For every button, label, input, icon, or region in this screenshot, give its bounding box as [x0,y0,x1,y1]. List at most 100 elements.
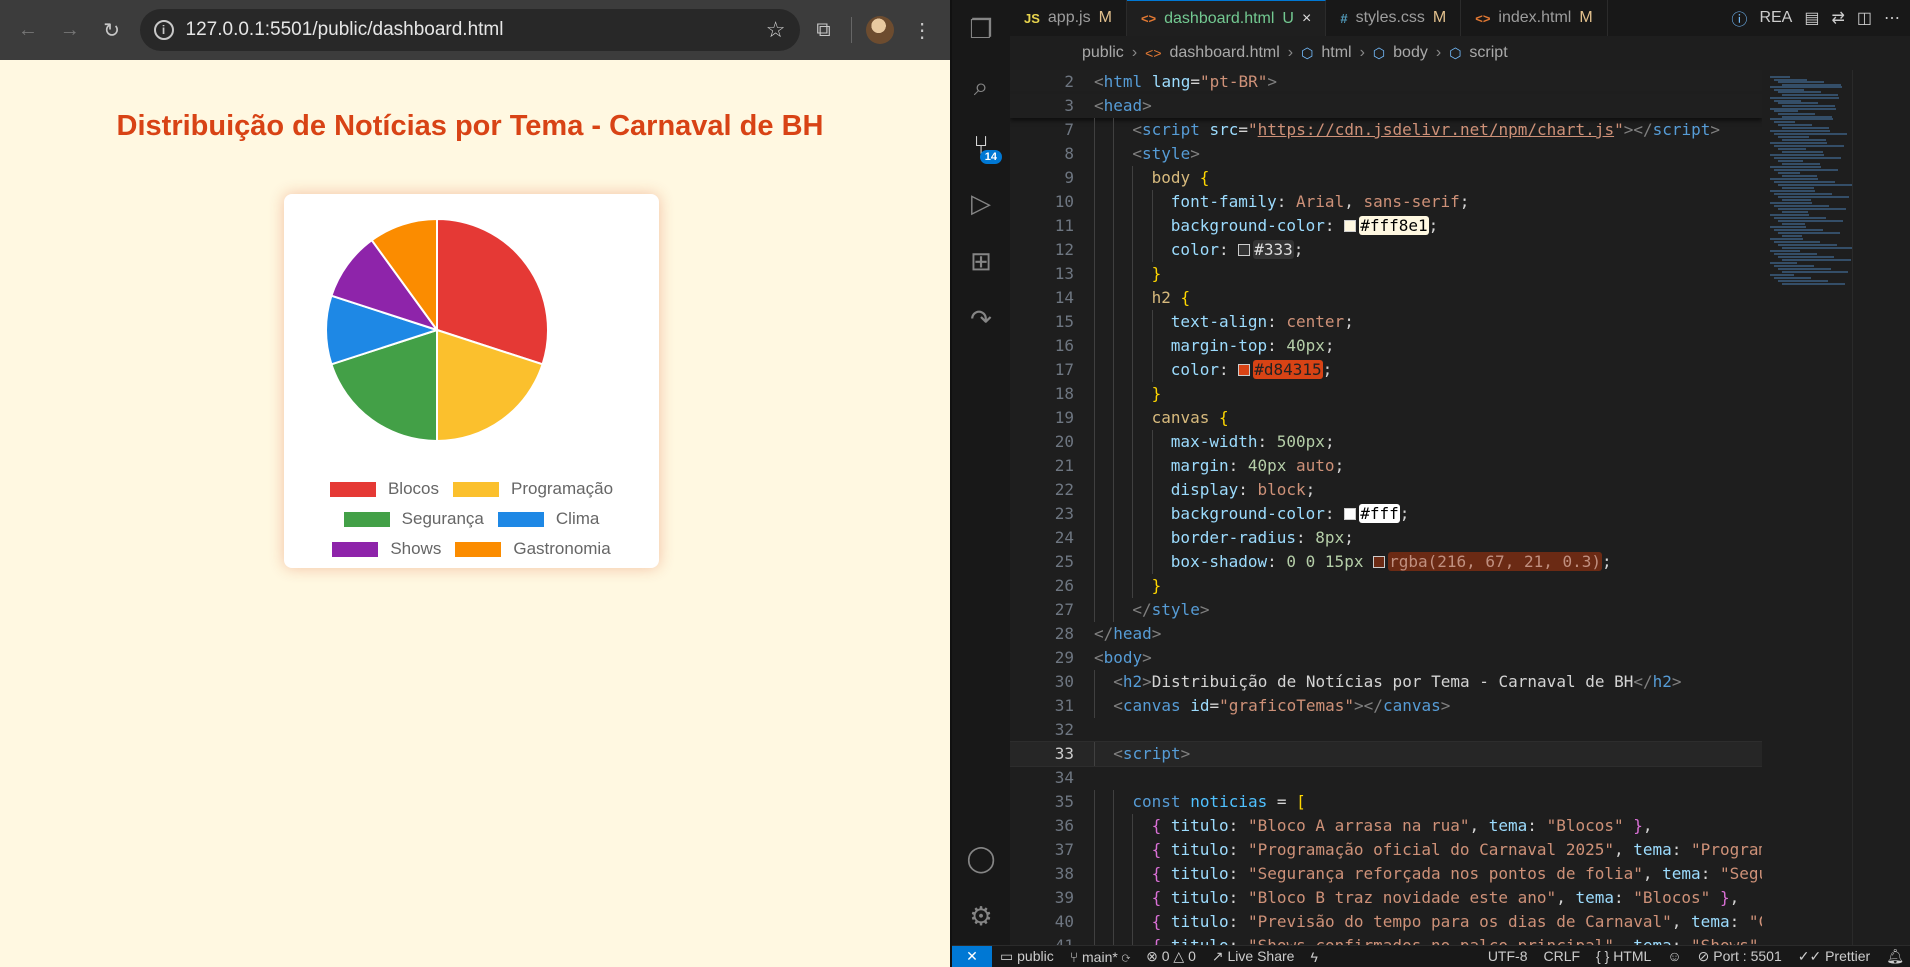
split-editor-icon[interactable]: ◫ [1857,8,1872,28]
code-line[interactable]: 32 [1010,718,1762,742]
bookmark-star-icon[interactable]: ☆ [766,17,786,43]
code-line[interactable]: 34 [1010,766,1762,790]
code-line[interactable]: 22 display: block; [1010,478,1762,502]
tab-index-html[interactable]: <> index.html M [1461,0,1608,36]
status-lightning-icon[interactable]: ϟ [1302,949,1325,965]
code-line[interactable]: 21 margin: 40px auto; [1010,454,1762,478]
code-line[interactable]: 38 { titulo: "Segurança reforçada nos pon… [1010,862,1762,886]
status-language[interactable]: { } HTML [1588,948,1659,965]
code-line[interactable]: 35 const noticias = [ [1010,790,1762,814]
code-editor[interactable]: 2 <html lang="pt-BR"> 3 <head> 7 <script src=… [1010,70,1762,945]
notifications-bell-icon[interactable]: 🔔︎ [1878,948,1910,965]
code-line[interactable]: 23 background-color: #fff; [1010,502,1762,526]
legend-item-programação[interactable]: Programação [452,479,613,499]
minimap[interactable] [1762,70,1854,945]
status-prettier[interactable]: ✓✓ Prettier [1790,948,1878,965]
readme-tab-label[interactable]: REA [1759,9,1792,27]
code-line[interactable]: 3 <head> [1010,94,1762,118]
breadcrumb-body[interactable]: body [1393,44,1428,62]
code-line[interactable]: 40 { titulo: "Previsão do tempo para os d… [1010,910,1762,934]
remote-indicator-icon[interactable]: ✕ [952,945,992,967]
readme-info-icon[interactable]: ⓘ [1731,6,1747,30]
search-icon[interactable]: ⌕ [952,58,1010,116]
code-line[interactable]: 16 margin-top: 40px; [1010,334,1762,358]
tab-close-icon[interactable]: × [1302,10,1311,28]
code-line[interactable]: 39 { titulo: "Bloco B traz novidade este … [1010,886,1762,910]
settings-gear-icon[interactable]: ⚙ [952,887,1010,945]
back-button[interactable]: ← [10,11,46,49]
code-line[interactable]: 36 { titulo: "Bloco A arrasa na rua", tem… [1010,814,1762,838]
indent-guide [1151,526,1153,550]
open-preview-icon[interactable]: ▤ [1804,8,1819,28]
extensions-view-icon[interactable]: ⊞ [952,232,1010,290]
source-control-icon[interactable]: ⑂ 14 [952,116,1010,174]
status-eol[interactable]: CRLF [1535,948,1588,965]
line-number: 25 [1054,552,1074,571]
tab-styles-css[interactable]: # styles.css M [1326,0,1462,36]
code-line[interactable]: 29 <body> [1010,646,1762,670]
breadcrumb-html[interactable]: html [1321,44,1351,62]
breadcrumb-folder[interactable]: public [1082,44,1124,62]
code-line[interactable]: 12 color: #333; [1010,238,1762,262]
code-line[interactable]: 13} [1010,262,1762,286]
address-bar[interactable]: i 127.0.0.1:5501/public/dashboard.html ☆ [139,9,800,51]
indent-guide [1094,166,1095,190]
code-line[interactable]: 9 body { [1010,166,1762,190]
code-line[interactable]: 7 <script src="https://cdn.jsdelivr.net/n… [1010,118,1762,142]
status-live-share[interactable]: ↗ Live Share [1204,948,1303,965]
code-line[interactable]: 8 <style> [1010,142,1762,166]
code-line[interactable]: 28 </head> [1010,622,1762,646]
code-line[interactable]: 27 </style> [1010,598,1762,622]
code-line[interactable]: 11 background-color: #fff8e1; [1010,214,1762,238]
code-line[interactable]: 19 canvas { [1010,406,1762,430]
code-line[interactable]: 10 font-family: Arial, sans-serif; [1010,190,1762,214]
explorer-icon[interactable]: ❐ [952,0,1010,58]
status-encoding[interactable]: UTF-8 [1480,948,1536,965]
run-debug-icon[interactable]: ▷ [952,174,1010,232]
profile-avatar[interactable] [862,11,898,49]
legend-item-shows[interactable]: Shows [332,539,441,559]
tab-app-js[interactable]: JS app.js M [1010,0,1127,36]
code-line[interactable]: 33 <script> [1010,741,1762,767]
code-line[interactable]: 15 text-align: center; [1010,310,1762,334]
line-number: 14 [1054,288,1074,307]
legend-item-segurança[interactable]: Segurança [343,509,484,529]
code-line[interactable]: 2 <html lang="pt-BR"> [1010,70,1762,94]
site-info-icon[interactable]: i [153,20,174,40]
editor-scrollbar[interactable] [1852,70,1866,945]
status-folder[interactable]: ▭ public [992,948,1062,965]
code-line[interactable]: 17 color: #d84315; [1010,358,1762,382]
breadcrumb-file[interactable]: dashboard.html [1170,44,1280,62]
code-line[interactable]: 20 max-width: 500px; [1010,430,1762,454]
code-line[interactable]: 14 h2 { [1010,286,1762,310]
extensions-icon[interactable]: ⧉ [806,11,842,49]
code-line[interactable]: 31 <canvas id="graficoTemas"></canvas> [1010,694,1762,718]
account-icon[interactable]: ◯ [952,829,1010,887]
code-line[interactable]: 25 box-shadow: 0 0 15px rgba(216, 67, 21,… [1010,550,1762,574]
status-port[interactable]: ⊘ Port : 5501 [1690,948,1790,965]
editor-tabs: JS app.js M <> dashboard.html U × # styl… [1010,0,1910,36]
status-problems[interactable]: ⊗ 0 △ 0 [1138,948,1204,965]
tab-dashboard-html[interactable]: <> dashboard.html U × [1126,0,1327,36]
code-line[interactable]: 37 { titulo: "Programação oficial do Carn… [1010,838,1762,862]
code-line[interactable]: 24 border-radius: 8px; [1010,526,1762,550]
legend-item-blocos[interactable]: Blocos [329,479,439,499]
remote-explorer-icon[interactable]: ↷ [952,290,1010,348]
browser-menu-icon[interactable]: ⋮ [904,11,940,49]
legend-label: Gastronomia [513,539,611,558]
code-line[interactable]: 41 { titulo: "Shows confirmados no palco … [1010,934,1762,945]
compare-changes-icon[interactable]: ⇄ [1831,8,1844,28]
code-line[interactable]: 30 <h2>Distribuição de Notícias por Tema … [1010,670,1762,694]
code-line[interactable]: 26} [1010,574,1762,598]
more-actions-icon[interactable]: ⋯ [1884,8,1900,28]
line-number: 12 [1054,240,1074,259]
reload-button[interactable]: ↻ [94,11,130,49]
legend-item-clima[interactable]: Clima [497,509,599,529]
breadcrumb-script[interactable]: script [1469,44,1507,62]
code-line[interactable]: 18} [1010,382,1762,406]
status-branch[interactable]: ⑂ main* ⟳ [1062,949,1138,965]
status-copilot-icon[interactable]: ☺ [1659,948,1689,965]
legend-item-gastronomia[interactable]: Gastronomia [455,539,611,559]
forward-button[interactable]: → [52,11,88,49]
indent-guide [1094,478,1095,502]
